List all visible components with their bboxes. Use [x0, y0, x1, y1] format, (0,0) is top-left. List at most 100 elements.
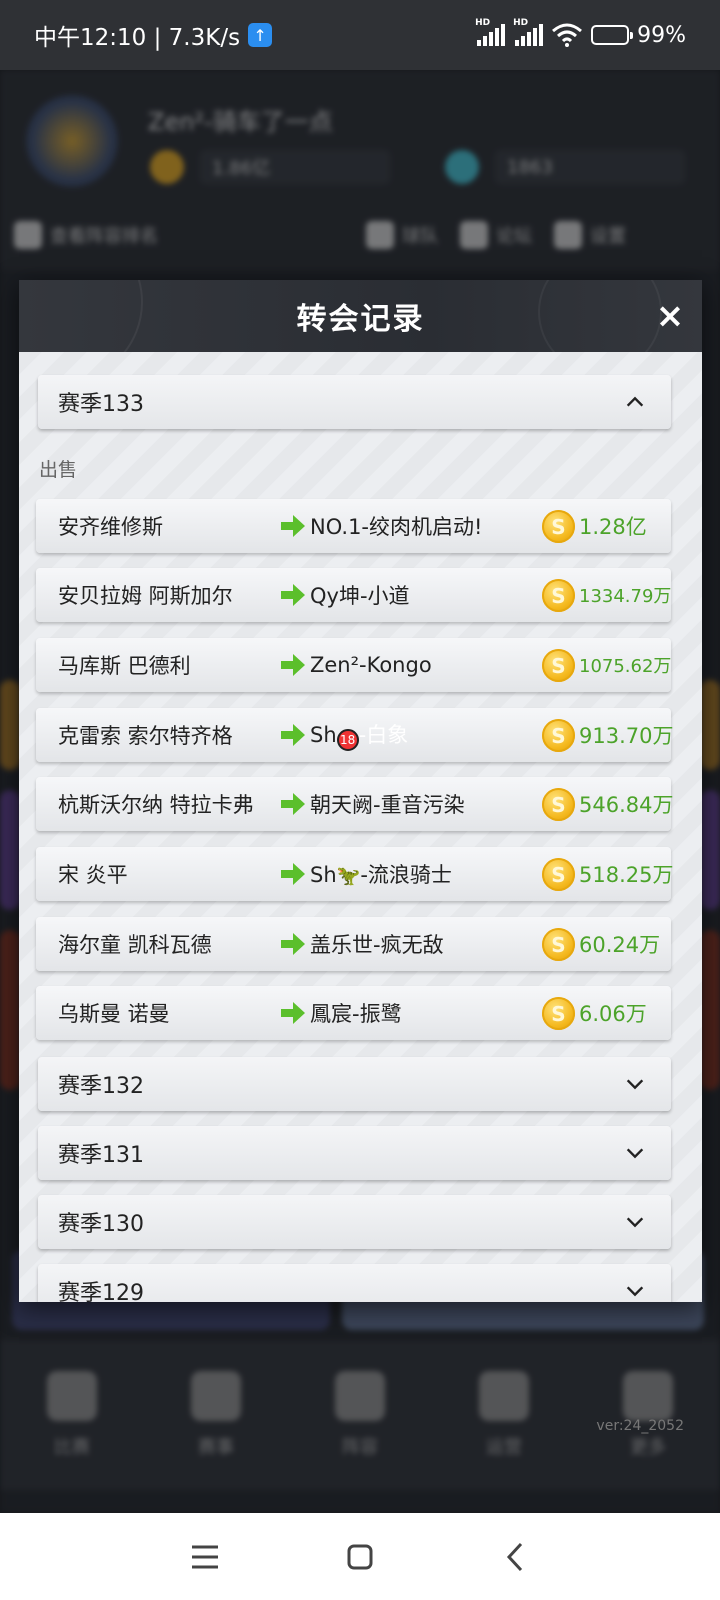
season-133-header[interactable]: 赛季133 — [38, 375, 671, 429]
player-name: 海尔童 凯科瓦德 — [58, 933, 212, 957]
buyer-name: Qy坤-小道 — [310, 584, 410, 608]
system-nav-bar — [0, 1513, 720, 1600]
back-button[interactable] — [438, 1527, 593, 1587]
chevron-down-icon — [619, 1137, 651, 1169]
transfer-row[interactable]: 乌斯曼 诺曼 鳳宸-振鹭 S 6.06万 — [36, 986, 671, 1040]
bg-coins: 1.86亿 — [200, 150, 390, 184]
modal-title: 转会记录 — [296, 302, 425, 337]
transfer-row[interactable]: 宋 炎平 Sh🦖-流浪骑士 S 518.25万 — [36, 847, 674, 901]
coin-icon: S — [542, 928, 575, 961]
status-bar: 中午12:10 | 7.3K/s ↑ HD HD 99% — [0, 0, 720, 70]
coin-icon: S — [542, 997, 575, 1030]
season-130-header[interactable]: 赛季130 — [38, 1195, 671, 1249]
modal-body[interactable]: 赛季133 出售 安齐维修斯 NO.1-绞肉机启动! S 1.28亿 安贝拉姆 … — [19, 352, 702, 1302]
team-icon — [366, 221, 394, 249]
home-square-icon — [347, 1544, 373, 1569]
price: 1.28亿 — [579, 515, 647, 539]
dinosaur-icon: 🦖 — [336, 865, 361, 887]
bg-team-header: Zen²-骑车了一点 1.86亿 1863 查看阵容排名 球队 论坛 设置 — [0, 70, 720, 270]
season-label: 赛季131 — [58, 1143, 144, 1168]
price: 60.24万 — [579, 933, 661, 957]
arrow-right-icon — [281, 863, 305, 885]
season-label: 赛季133 — [58, 392, 144, 417]
coin-icon: S — [542, 858, 575, 891]
rank-icon — [14, 221, 42, 249]
player-name: 马库斯 巴德利 — [58, 654, 191, 678]
buyer-name: 朝天阙-重音污染 — [310, 793, 465, 817]
buyer-name: 鳳宸-振鹭 — [310, 1002, 402, 1026]
menu-button[interactable] — [128, 1527, 283, 1587]
chevron-up-icon — [619, 386, 651, 418]
transfer-row[interactable]: 海尔童 凯科瓦德 盖乐世-疯无敌 S 60.24万 — [36, 917, 671, 971]
season-label: 赛季129 — [58, 1281, 144, 1302]
settings-icon — [554, 221, 582, 249]
price: 1075.62万 — [579, 656, 672, 677]
arrow-right-icon — [281, 1002, 305, 1024]
arrow-right-icon — [281, 584, 305, 606]
team-logo — [26, 95, 118, 187]
transfer-row[interactable]: 安齐维修斯 NO.1-绞肉机启动! S 1.28亿 — [36, 499, 671, 553]
season-129-header[interactable]: 赛季129 — [38, 1264, 671, 1302]
bg-bottom-nav: 比赛 赛事 阵容 运营 更多 — [0, 1340, 720, 1490]
price: 518.25万 — [579, 863, 674, 887]
chevron-down-icon — [619, 1206, 651, 1238]
more-icon — [623, 1371, 673, 1421]
coin-icon: S — [542, 788, 575, 821]
modal-header: 转会记录 × — [19, 280, 702, 352]
forum-icon — [460, 221, 488, 249]
player-name: 克雷索 索尔特齐格 — [58, 724, 233, 748]
chevron-down-icon — [619, 1275, 651, 1302]
bg-coin-icon — [150, 150, 184, 184]
player-name: 宋 炎平 — [58, 863, 128, 887]
coin-icon: S — [542, 649, 575, 682]
arrow-right-icon — [281, 793, 305, 815]
player-name: 乌斯曼 诺曼 — [58, 1002, 170, 1026]
buyer-name: Sh 18 -白象 — [310, 719, 408, 751]
wifi-icon — [552, 23, 583, 47]
buyer-name: Zen²-Kongo — [310, 653, 432, 677]
price: 913.70万 — [579, 724, 674, 748]
price: 6.06万 — [579, 1002, 647, 1026]
buyer-name: Sh🦖-流浪骑士 — [310, 863, 452, 887]
version-label: ver:24_2052 — [596, 1418, 684, 1434]
chevron-down-icon — [619, 1068, 651, 1100]
status-time-speed: 中午12:10 | 7.3K/s — [34, 25, 241, 51]
operations-icon — [479, 1371, 529, 1421]
buyer-name: 盖乐世-疯无敌 — [310, 933, 444, 957]
lineup-icon — [335, 1371, 385, 1421]
arrow-right-icon — [281, 724, 305, 746]
price: 1334.79万 — [579, 586, 672, 607]
transfer-row[interactable]: 杭斯沃尔纳 特拉卡弗 朝天阙-重音污染 S 546.84万 — [36, 777, 674, 831]
arrow-right-icon — [281, 515, 305, 537]
arrow-right-icon — [281, 933, 305, 955]
menu-icon — [192, 1545, 218, 1568]
coin-icon: S — [542, 579, 575, 612]
section-label-sold: 出售 — [39, 459, 78, 481]
player-name: 杭斯沃尔纳 特拉卡弗 — [58, 793, 254, 817]
season-132-header[interactable]: 赛季132 — [38, 1057, 671, 1111]
bg-gem-icon — [445, 150, 479, 184]
season-131-header[interactable]: 赛季131 — [38, 1126, 671, 1180]
transfer-row[interactable]: 马库斯 巴德利 Zen²-Kongo S 1075.62万 — [36, 638, 671, 692]
season-label: 赛季132 — [58, 1074, 144, 1099]
coin-icon: S — [542, 719, 575, 752]
battery-level: 99% — [637, 22, 686, 48]
player-name: 安齐维修斯 — [58, 515, 163, 539]
transfer-row[interactable]: 克雷索 索尔特齐格 Sh 18 -白象 S 913.70万 — [36, 708, 674, 762]
calendar-icon — [47, 1371, 97, 1421]
trophy-icon — [191, 1371, 241, 1421]
player-name: 安贝拉姆 阿斯加尔 — [58, 584, 233, 608]
price: 546.84万 — [579, 793, 674, 817]
signal-icon-2: HD — [513, 18, 544, 46]
bg-toolbar: 查看阵容排名 球队 论坛 设置 — [0, 210, 720, 260]
battery-icon — [591, 25, 634, 45]
back-chevron-icon — [506, 1542, 523, 1571]
home-button[interactable] — [283, 1527, 438, 1587]
transfer-record-modal: 转会记录 × 赛季133 出售 安齐维修斯 NO.1-绞肉机启动! S 1.28… — [19, 280, 702, 1302]
arrow-right-icon — [281, 654, 305, 676]
upload-icon: ↑ — [248, 23, 273, 47]
transfer-row[interactable]: 安贝拉姆 阿斯加尔 Qy坤-小道 S 1334.79万 — [36, 568, 671, 622]
coin-icon: S — [542, 510, 575, 543]
no-under-18-icon: 18 — [336, 729, 359, 751]
close-button[interactable]: × — [646, 292, 694, 340]
